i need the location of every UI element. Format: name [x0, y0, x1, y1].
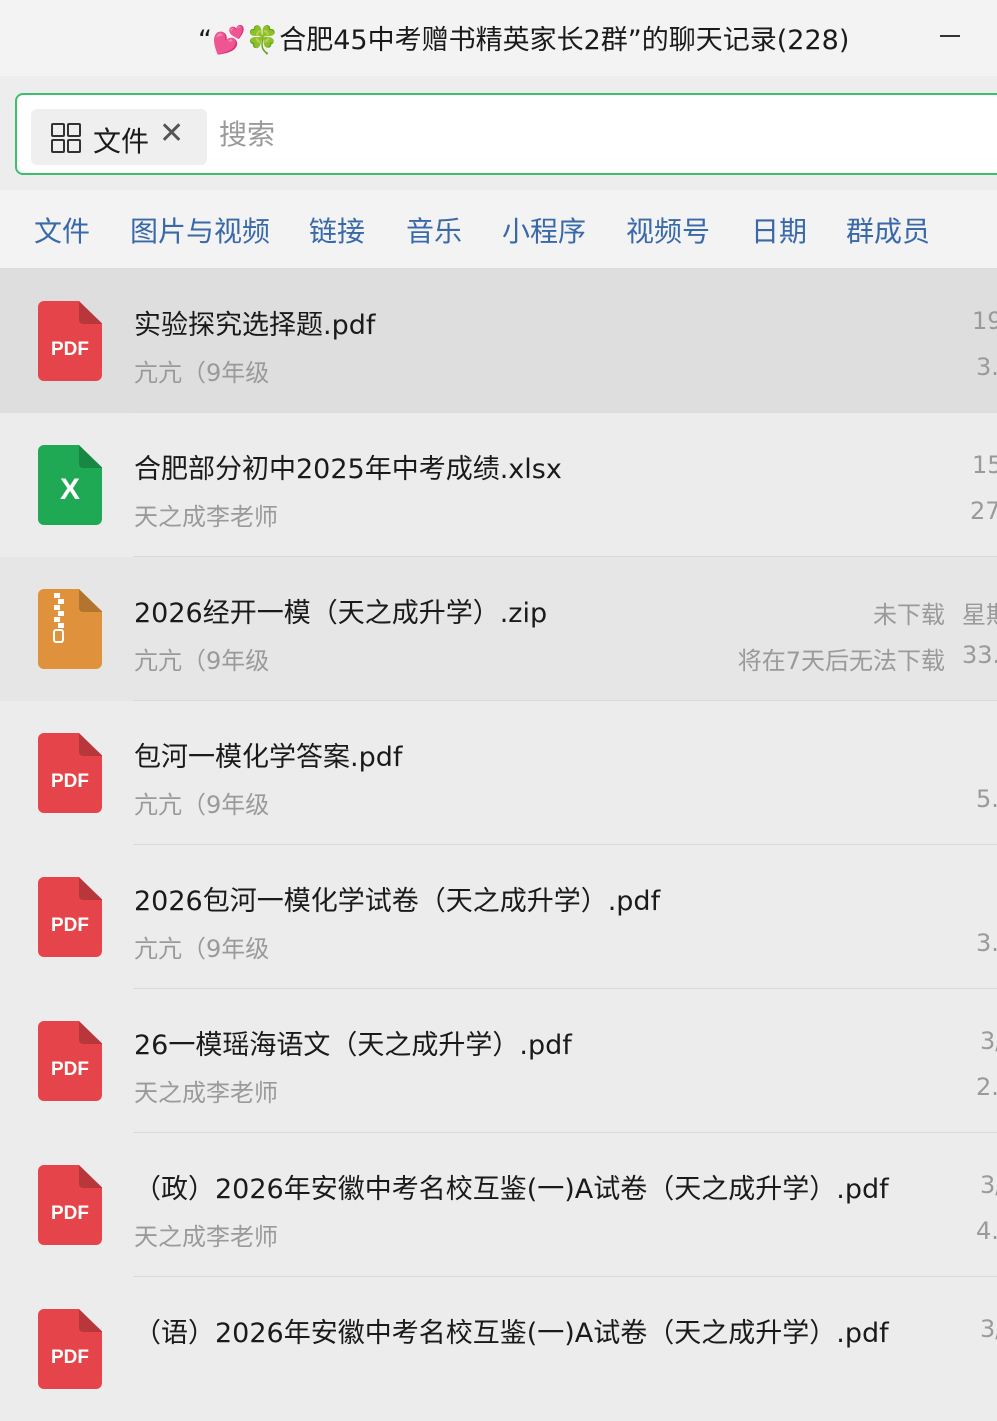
file-row[interactable]: PDF 包河一模化学答案.pdf 亢亢（9年级 5.: [0, 701, 997, 845]
zip-file-icon: [38, 589, 102, 669]
file-name: 实验探究选择题.pdf: [134, 310, 376, 341]
expiry-notice: 将在7天后无法下载: [737, 647, 945, 675]
search-bar: 文件 ✕: [15, 93, 997, 175]
pdf-file-icon: PDF: [38, 1309, 102, 1389]
file-name: （政）2026年安徽中考名校互鉴(一)A试卷（天之成升学）.pdf: [134, 1174, 889, 1205]
file-row[interactable]: 2026经开一模（天之成升学）.zip 亢亢（9年级 未下载 将在7天后无法下载…: [0, 557, 997, 701]
file-sender: 天之成李老师: [134, 503, 278, 531]
excel-file-icon: X: [38, 445, 102, 525]
file-size: 5.: [976, 785, 997, 813]
file-date: 3/: [980, 1027, 997, 1055]
window-title: “💕🍀合肥45中考赠书精英家长2群”的聊天记录(228): [198, 18, 849, 57]
file-size: 27: [970, 497, 997, 525]
close-icon[interactable]: ✕: [159, 116, 184, 151]
file-sender: 天之成李老师: [134, 1079, 278, 1107]
tab-links[interactable]: 链接: [309, 210, 365, 250]
file-name: （语）2026年安徽中考名校互鉴(一)A试卷（天之成升学）.pdf: [134, 1318, 889, 1349]
file-size: 33.: [962, 641, 997, 669]
file-sender: 亢亢（9年级: [134, 935, 270, 963]
file-size: 4.: [976, 1217, 997, 1245]
pdf-file-icon: PDF: [38, 877, 102, 957]
file-size: 3.: [976, 353, 997, 381]
file-name: 2026经开一模（天之成升学）.zip: [134, 598, 548, 629]
tab-images-videos[interactable]: 图片与视频: [130, 210, 270, 250]
file-sender: 亢亢（9年级: [134, 359, 270, 387]
file-row[interactable]: PDF （政）2026年安徽中考名校互鉴(一)A试卷（天之成升学）.pdf 天之…: [0, 1133, 997, 1277]
pdf-file-icon: PDF: [38, 1165, 102, 1245]
filter-chip-label: 文件: [93, 125, 150, 158]
tab-group-members[interactable]: 群成员: [846, 210, 930, 250]
pdf-file-icon: PDF: [38, 1021, 102, 1101]
file-date: 星期: [962, 601, 997, 629]
file-name: 2026包河一模化学试卷（天之成升学）.pdf: [134, 886, 661, 917]
category-tabs: 文件 图片与视频 链接 音乐 小程序 视频号 日期 群成员: [0, 190, 997, 269]
file-filter-chip[interactable]: 文件 ✕: [31, 109, 207, 165]
file-name: 26一模瑶海语文（天之成升学）.pdf: [134, 1030, 572, 1061]
file-row[interactable]: PDF （语）2026年安徽中考名校互鉴(一)A试卷（天之成升学）.pdf 3/: [0, 1277, 997, 1421]
file-size: 3.: [976, 929, 997, 957]
title-text: 合肥45中考赠书精英家长2群”的聊天记录(228): [279, 25, 850, 56]
file-date: 15: [972, 451, 997, 479]
file-row[interactable]: PDF 实验探究选择题.pdf 亢亢（9年级 19 3.: [0, 269, 997, 413]
tab-channels[interactable]: 视频号: [626, 210, 710, 250]
tab-music[interactable]: 音乐: [406, 210, 462, 250]
grid-icon: [51, 123, 81, 153]
file-sender: 天之成李老师: [134, 1223, 278, 1251]
file-name: 包河一模化学答案.pdf: [134, 742, 403, 773]
zipper-icon: [53, 589, 64, 653]
file-row[interactable]: X 合肥部分初中2025年中考成绩.xlsx 天之成李老师 15 27: [0, 413, 997, 557]
file-date: 19: [972, 307, 997, 335]
tab-date[interactable]: 日期: [751, 210, 807, 250]
title-quote: “: [198, 25, 212, 56]
file-sender: 亢亢（9年级: [134, 647, 270, 675]
file-sender: 亢亢（9年级: [134, 791, 270, 819]
file-row[interactable]: PDF 26一模瑶海语文（天之成升学）.pdf 天之成李老师 3/ 2.: [0, 989, 997, 1133]
tab-files[interactable]: 文件: [34, 210, 90, 250]
clover-emoji-icon: 🍀: [245, 25, 280, 56]
minimize-icon[interactable]: [940, 35, 960, 37]
pdf-file-icon: PDF: [38, 733, 102, 813]
file-date: 3/: [980, 1315, 997, 1343]
file-size: 2.: [976, 1073, 997, 1101]
pdf-file-icon: PDF: [38, 301, 102, 381]
file-date: 3/: [980, 1171, 997, 1199]
file-name: 合肥部分初中2025年中考成绩.xlsx: [134, 454, 562, 485]
hearts-emoji-icon: 💕: [212, 25, 246, 56]
title-bar: “💕🍀合肥45中考赠书精英家长2群”的聊天记录(228): [0, 0, 997, 76]
tab-mini-programs[interactable]: 小程序: [502, 210, 586, 250]
download-status: 未下载: [873, 601, 945, 629]
search-input[interactable]: [217, 111, 921, 157]
file-row[interactable]: PDF 2026包河一模化学试卷（天之成升学）.pdf 亢亢（9年级 3.: [0, 845, 997, 989]
